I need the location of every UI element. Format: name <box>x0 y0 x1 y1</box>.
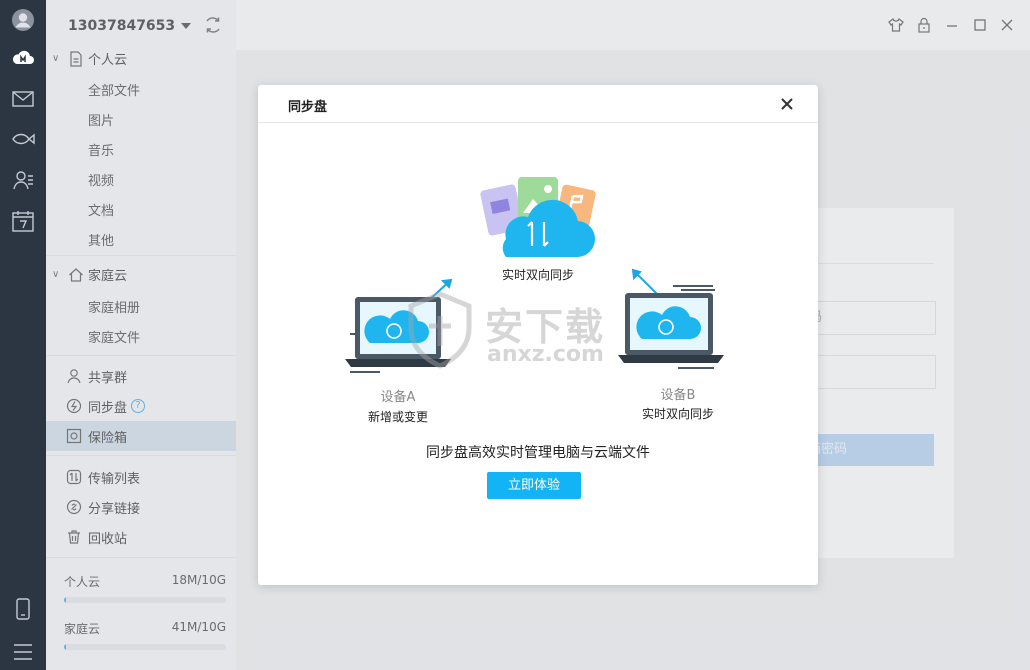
dialog-description: 同步盘高效实时管理电脑与云端文件 <box>426 445 650 461</box>
app-rail <box>0 0 46 670</box>
laptop-b-icon <box>618 285 724 369</box>
menu-icon[interactable] <box>11 640 35 664</box>
dialog-header: 同步盘 <box>258 85 818 123</box>
watermark-shield-icon <box>408 291 472 369</box>
mail-icon[interactable] <box>11 87 35 111</box>
contacts-icon[interactable] <box>11 168 35 192</box>
try-now-button[interactable]: 立即体验 <box>487 472 581 499</box>
device-a-caption: 新增或变更 <box>367 410 428 424</box>
device-b-caption: 实时双向同步 <box>641 407 714 421</box>
device-b-name: 设备B <box>660 388 696 403</box>
device-a-name: 设备A <box>380 390 416 405</box>
cloud-caption: 实时双向同步 <box>501 268 574 282</box>
mobile-icon[interactable] <box>11 597 35 621</box>
watermark: 安下载 anxz.com <box>405 290 625 380</box>
watermark-sub: anxz.com <box>487 342 604 367</box>
cloud-drive-icon[interactable] <box>11 46 35 70</box>
fish-icon[interactable] <box>11 127 35 151</box>
close-icon[interactable] <box>780 97 794 111</box>
dialog-title: 同步盘 <box>288 100 328 115</box>
avatar-icon[interactable] <box>11 8 35 32</box>
calendar-icon[interactable] <box>11 209 35 233</box>
